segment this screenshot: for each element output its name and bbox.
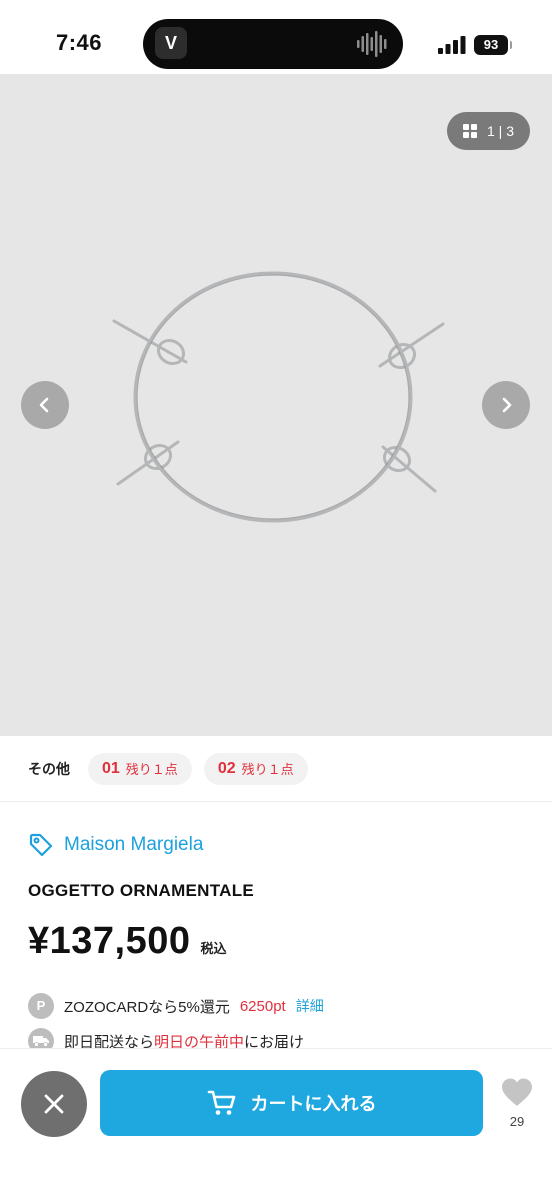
dynamic-island: V (143, 19, 403, 69)
favorite-button[interactable]: 29 (497, 1077, 537, 1129)
chevron-left-icon (39, 397, 49, 413)
brand-name: Maison Margiela (64, 834, 204, 855)
status-indicators: 93 (438, 33, 512, 57)
points-text: ZOZOCARDなら5%還元 (64, 998, 230, 1016)
tax-label: 税込 (200, 941, 227, 956)
variation-label: その他 (28, 760, 70, 777)
close-button[interactable] (21, 1071, 87, 1137)
bottom-action-bar: カートに入れる 29 (0, 1048, 552, 1200)
add-to-cart-label: カートに入れる (250, 1094, 377, 1114)
signal-icon (438, 36, 466, 54)
gallery-counter-button[interactable]: 1 | 3 (447, 112, 530, 150)
gallery-counter-text: 1 | 3 (487, 123, 514, 139)
island-app-icon: V (155, 27, 187, 59)
price-row: ¥137,500 税込 (28, 920, 227, 963)
points-row: P ZOZOCARDなら5%還元 6250pt 詳細 (28, 993, 324, 1019)
heart-icon (502, 1078, 532, 1106)
cart-icon (207, 1090, 235, 1115)
chevron-right-icon (502, 397, 512, 413)
variation-selector: その他 01 残り１点 02 残り１点 (0, 736, 552, 802)
price: ¥137,500 (28, 920, 191, 962)
status-bar: 7:46 V 93 (0, 0, 552, 74)
battery-icon: 93 (474, 35, 512, 55)
grid-icon (463, 124, 477, 138)
previous-image-button[interactable] (21, 381, 69, 429)
product-image (112, 271, 445, 523)
chip-stock: 残り１点 (241, 762, 294, 777)
tag-icon (29, 833, 53, 857)
audio-wave-icon (357, 31, 387, 57)
next-image-button[interactable] (482, 381, 530, 429)
points-value: 6250pt (239, 997, 286, 1015)
favorite-count: 29 (509, 1114, 525, 1129)
chip-stock: 残り１点 (125, 762, 178, 777)
product-gallery[interactable]: 1 | 3 (0, 74, 552, 736)
add-to-cart-button[interactable]: カートに入れる (100, 1070, 483, 1136)
points-detail-link[interactable]: 詳細 (296, 996, 324, 1016)
brand-link[interactable]: Maison Margiela (28, 832, 203, 858)
status-time: 7:46 (56, 30, 103, 55)
product-detail-screen: 7:46 V 93 1 | 3 その他 01 残り１点 02 残り１点 Mais… (0, 0, 552, 1200)
variation-chip-01[interactable]: 01 残り１点 (88, 752, 192, 785)
chip-number: 01 (102, 759, 120, 777)
product-title: OGGETTO ORNAMENTALE (28, 881, 255, 900)
points-icon: P (28, 993, 54, 1019)
chip-number: 02 (217, 759, 236, 777)
close-icon (44, 1094, 64, 1114)
variation-chip-02[interactable]: 02 残り１点 (203, 752, 308, 785)
